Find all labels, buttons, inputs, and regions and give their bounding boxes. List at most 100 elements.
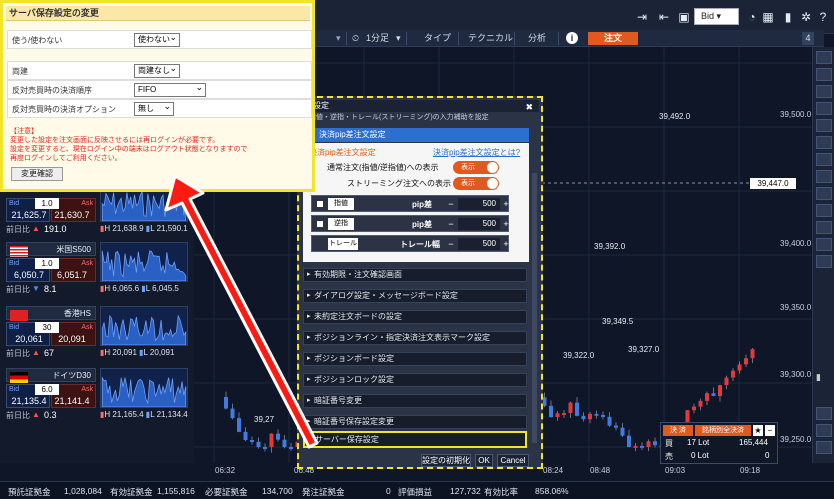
tab-type[interactable]: タイプ xyxy=(424,32,451,45)
channel-tool-icon[interactable] xyxy=(816,119,832,132)
tab-settle-all[interactable]: 銘柄別全決済 xyxy=(695,425,751,436)
prev-label: 前日比 xyxy=(6,349,30,358)
cursor-tool-icon[interactable] xyxy=(816,51,832,64)
fit-icon[interactable] xyxy=(816,441,832,454)
gear-icon[interactable]: ✲ xyxy=(798,10,814,24)
candle-body xyxy=(224,397,228,409)
hline-tool-icon[interactable] xyxy=(816,85,832,98)
zoom-in-icon[interactable] xyxy=(816,407,832,420)
order-select[interactable]: FIFO xyxy=(134,81,206,97)
panel-number[interactable]: 4 xyxy=(802,32,814,45)
stop-checkbox[interactable] xyxy=(316,220,324,228)
vline-tool-icon[interactable] xyxy=(816,102,832,115)
spread-value: 1.0 xyxy=(35,198,59,209)
display-normal-toggle[interactable]: 表示 xyxy=(453,161,499,174)
scroll-icon[interactable]: ▮ xyxy=(816,372,832,385)
fibonacci-tool-icon[interactable] xyxy=(816,136,832,149)
ok-button[interactable]: OK xyxy=(475,454,493,467)
tab-settle[interactable]: 決 済 xyxy=(663,425,693,436)
logout-icon[interactable]: ⇥ xyxy=(634,10,650,24)
minimize-icon[interactable]: − xyxy=(765,425,775,436)
pip-value[interactable]: 500 xyxy=(458,198,500,210)
zoom-tool-icon[interactable] xyxy=(816,255,832,268)
confirm-change-button[interactable]: 変更確認 xyxy=(11,167,63,181)
help-icon[interactable]: ? xyxy=(815,10,831,24)
hedge-select[interactable]: 両建なし xyxy=(134,62,180,78)
screenshot-icon[interactable]: ▦ xyxy=(760,10,776,24)
pip-value[interactable]: 500 xyxy=(458,238,500,250)
section-unfilled-board[interactable]: 未約定注文ボードの設定 xyxy=(303,310,527,324)
pnl-value: 127,732 xyxy=(450,486,481,496)
window-icon[interactable]: ▣ xyxy=(676,10,692,24)
tab-order[interactable]: 注文 xyxy=(588,32,638,45)
high-low: ▮H 21,638.9 ▮L 21,590.1 xyxy=(100,224,188,233)
dialog-scrollbar[interactable] xyxy=(532,173,537,443)
spread-value: 6.0 xyxy=(35,384,59,395)
market-tile[interactable]: 米国S500 Bid 6,050.7 1.0 Ask 6,051.7 前日比 ▼ 8.… xyxy=(4,240,192,300)
option-row: 反対売買時の決済オプション 無し xyxy=(7,99,312,118)
pip-help-link[interactable]: 決済pip差注文設定とは? xyxy=(433,147,520,158)
square-tool-icon[interactable] xyxy=(816,204,832,217)
option-select[interactable]: 無し xyxy=(134,100,174,116)
country-flag-icon xyxy=(10,246,28,257)
section-position-lock[interactable]: ポジションロック設定 xyxy=(303,373,527,387)
pip-settings-header[interactable]: 決済pip差注文設定 xyxy=(303,128,529,142)
wave-tool-icon[interactable] xyxy=(816,153,832,166)
section-position-line[interactable]: ポジションライン・指定決済注文表示マーク設定 xyxy=(303,331,527,345)
bid-ask-select[interactable]: Bid ▾ xyxy=(694,8,739,25)
delete-tool-icon[interactable] xyxy=(816,221,832,234)
section-dialog[interactable]: ダイアログ設定・メッセージボード設定 xyxy=(303,289,527,303)
buy-label: 買 xyxy=(665,439,673,448)
plus-button[interactable]: + xyxy=(501,198,511,210)
chevron-down-icon[interactable]: ▾ xyxy=(336,32,341,45)
minus-button[interactable]: − xyxy=(446,238,456,250)
section-pin-change[interactable]: 暗証番号変更 xyxy=(303,394,527,408)
use-select[interactable]: 使わない xyxy=(134,31,180,47)
section-position-board[interactable]: ポジションボード設定 xyxy=(303,352,527,366)
limit-checkbox[interactable] xyxy=(316,200,324,208)
candle-body xyxy=(731,370,735,378)
candle-body xyxy=(692,406,696,411)
star-icon[interactable]: ★ xyxy=(753,425,763,436)
cancel-button[interactable]: Cancel xyxy=(497,454,529,467)
panel-title: サーバ保存設定の変更 xyxy=(6,6,310,21)
display-streaming-toggle[interactable]: 表示 xyxy=(453,177,499,190)
text-tool-icon[interactable] xyxy=(816,170,832,183)
row-label: 両建 xyxy=(12,67,28,76)
reset-button[interactable]: 設定の初期化 xyxy=(421,454,471,467)
pip-label: pip差 xyxy=(412,200,432,209)
section-pin-save[interactable]: 暗証番号保存設定変更 xyxy=(303,415,527,429)
tab-timeframe[interactable]: 1分足 xyxy=(366,32,389,45)
market-tile[interactable]: 香港HS Bid 20,061 30 Ask 20,091 前日比 ▲ 67 ▮H 2… xyxy=(4,304,192,364)
buy-value: 165,444 xyxy=(739,438,768,447)
market-tiles: Bid 21,625.7 1.0 Ask 21,630.7 前日比 ▲ 191.0 … xyxy=(0,180,194,463)
timeframe-clock-icon[interactable]: ⏲ xyxy=(352,32,359,45)
pip-value[interactable]: 500 xyxy=(458,218,500,230)
row-label: 反対売買時の決済順序 xyxy=(12,86,92,95)
info-icon[interactable]: i xyxy=(566,32,578,44)
plus-button[interactable]: + xyxy=(501,238,511,250)
plus-button[interactable]: + xyxy=(501,218,511,230)
tab-analysis[interactable]: 分析 xyxy=(528,32,546,45)
login-icon[interactable]: ⇤ xyxy=(656,10,672,24)
alarm-icon[interactable]: ◔ xyxy=(744,10,760,24)
bell-icon[interactable]: ▮ xyxy=(780,10,796,24)
candle-body xyxy=(289,447,293,449)
minus-button[interactable]: − xyxy=(446,218,456,230)
magnet-tool-icon[interactable] xyxy=(816,238,832,251)
section-expiry[interactable]: 有効期限・注文確認画面 xyxy=(303,268,527,282)
circle-tool-icon[interactable] xyxy=(816,187,832,200)
pip-settings-body: 決済pip差注文設定 決済pip差注文設定とは? 通常注文(指値/逆指値)への表… xyxy=(303,143,529,262)
candle-body xyxy=(718,385,722,397)
trendline-tool-icon[interactable] xyxy=(816,68,832,81)
market-name: 香港HS xyxy=(6,306,96,321)
section-server-save[interactable]: サーバー保存設定 xyxy=(303,431,527,448)
order-row: 反対売買時の決済順序 FIFO xyxy=(7,80,312,99)
deposit-value: 1,028,084 xyxy=(64,486,102,496)
candle-body xyxy=(549,405,553,418)
tab-technical[interactable]: テクニカル xyxy=(468,32,513,45)
prev-change: 8.1 xyxy=(44,284,57,294)
zoom-out-icon[interactable] xyxy=(816,424,832,437)
market-tile[interactable]: ドイツD30 Bid 21,135.4 6.0 Ask 21,141.4 前日比 ▲ … xyxy=(4,366,192,426)
minus-button[interactable]: − xyxy=(446,198,456,210)
